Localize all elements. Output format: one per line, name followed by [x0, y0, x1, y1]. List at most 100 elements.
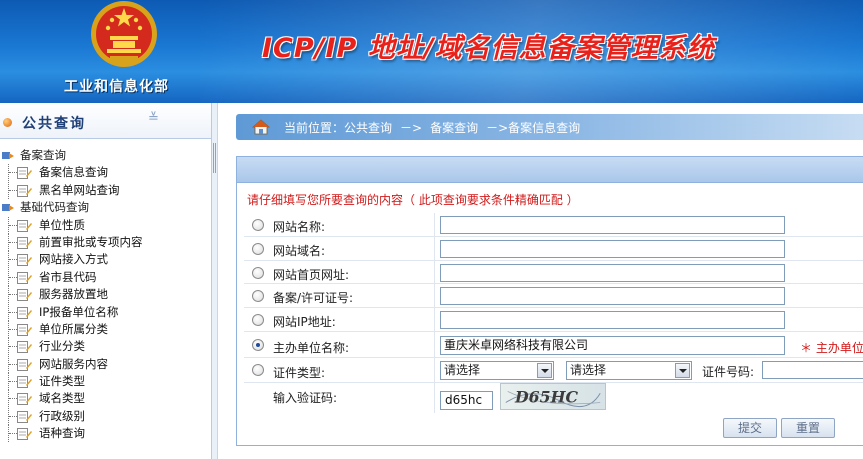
captcha-input[interactable]: d65hc	[440, 390, 493, 410]
sidebar: 公共查询 ≚ 备案查询 备案信息查询 黑名单网站查询 基础代码查询 单位性质 前…	[0, 103, 212, 459]
dropdown-arrow-icon[interactable]	[675, 362, 690, 378]
sidebar-tree: 备案查询 备案信息查询 黑名单网站查询 基础代码查询 单位性质 前置审批或专项内…	[0, 147, 212, 443]
field-label: 证件类型:	[273, 365, 326, 380]
tree-group-base-code-query[interactable]: 基础代码查询	[0, 199, 212, 216]
field-row-cert: 证件类型: 请选择 请选择 证件号码:	[244, 357, 863, 383]
sidebar-header[interactable]: 公共查询 ≚	[0, 103, 211, 139]
domain-input[interactable]	[440, 239, 785, 258]
field-label: 输入验证码:	[273, 390, 338, 405]
grip-icon	[213, 143, 216, 173]
document-pencil-icon	[17, 410, 32, 423]
folder-arrow-icon	[2, 152, 14, 159]
breadcrumb-separator: －>	[400, 121, 423, 135]
sidebar-item[interactable]: 省市县代码	[0, 268, 212, 286]
breadcrumb-prefix: 当前位置：	[284, 121, 345, 135]
cert-no-input[interactable]	[762, 360, 863, 379]
sidebar-item-label: 语种查询	[39, 426, 85, 441]
document-pencil-icon	[17, 306, 32, 319]
document-pencil-icon	[17, 271, 32, 284]
sidebar-title: 公共查询	[22, 116, 86, 132]
field-label: 网站域名:	[273, 243, 326, 258]
field-row-homepage: 网站首页网址:	[244, 260, 863, 285]
field-row-ip: 网站IP地址:	[244, 308, 863, 332]
radio-ip[interactable]	[252, 314, 264, 327]
sidebar-item-label: 网站服务内容	[39, 356, 108, 371]
field-label: 网站IP地址:	[273, 315, 336, 330]
sidebar-item-blacklist-query[interactable]: 黑名单网站查询	[0, 181, 212, 199]
submit-button[interactable]: 提交	[723, 418, 777, 438]
radio-domain[interactable]	[252, 242, 264, 255]
document-pencil-icon	[17, 323, 32, 336]
cert-type-select-2[interactable]: 请选择	[566, 360, 692, 380]
sidebar-item[interactable]: 证件类型	[0, 373, 212, 391]
document-pencil-icon	[17, 341, 32, 354]
field-label: 备案/许可证号:	[273, 291, 354, 306]
sidebar-item[interactable]: 网站接入方式	[0, 251, 212, 269]
bullet-icon	[3, 118, 12, 127]
sidebar-item[interactable]: 单位性质	[0, 216, 212, 234]
homepage-input[interactable]	[440, 263, 785, 282]
site-name-input[interactable]	[440, 216, 785, 234]
sidebar-item-label: 行业分类	[39, 339, 85, 354]
required-note: ＊ 主办单位名称	[800, 340, 863, 355]
document-pencil-icon	[17, 167, 32, 180]
radio-organizer[interactable]	[252, 338, 264, 351]
document-pencil-icon	[17, 393, 32, 406]
radio-license[interactable]	[252, 290, 264, 303]
chevron-down-icon[interactable]: ≚	[148, 111, 159, 126]
national-emblem-icon	[91, 1, 157, 67]
ip-input[interactable]	[440, 311, 785, 330]
field-row-site-name: 网站名称:	[244, 213, 863, 237]
query-notice: 请仔细填写您所要查询的内容（ 此项查询要求条件精确匹配 ）	[247, 193, 579, 207]
sidebar-item[interactable]: 行业分类	[0, 338, 212, 356]
field-row-license: 备案/许可证号:	[244, 284, 863, 309]
sidebar-item[interactable]: IP报备单位名称	[0, 303, 212, 321]
cert-type-select-1[interactable]: 请选择	[440, 360, 554, 380]
sidebar-splitter[interactable]	[212, 103, 218, 459]
sidebar-item-label: 证件类型	[39, 374, 85, 389]
sidebar-item-label: 前置审批或专项内容	[39, 234, 143, 249]
sidebar-item[interactable]: 行政级别	[0, 407, 212, 425]
field-row-captcha: 输入验证码: d65hc D65HC	[244, 382, 863, 413]
sidebar-item-label: 单位性质	[39, 217, 85, 232]
field-row-organizer: 主办单位名称: 重庆米卓网络科技有限公司 ＊ 主办单位名称	[244, 331, 863, 358]
select-value: 请选择	[570, 362, 607, 377]
select-value: 请选择	[444, 362, 481, 377]
document-pencil-icon	[17, 184, 32, 197]
breadcrumb-item[interactable]: 备案查询	[430, 121, 478, 135]
folder-arrow-icon	[2, 204, 14, 212]
cert-no-label: 证件号码:	[702, 364, 755, 379]
captcha-image[interactable]: D65HC	[500, 382, 606, 410]
document-pencil-icon	[17, 376, 32, 389]
radio-homepage[interactable]	[252, 266, 264, 279]
sidebar-item[interactable]: 语种查询	[0, 425, 212, 443]
breadcrumb-item[interactable]: 公共查询	[344, 121, 392, 135]
radio-cert-type[interactable]	[252, 363, 264, 376]
query-panel: 请仔细填写您所要查询的内容（ 此项查询要求条件精确匹配 ） 网站名称: 网站域名…	[236, 156, 863, 446]
dropdown-arrow-icon[interactable]	[537, 362, 552, 378]
sidebar-item[interactable]: 单位所属分类	[0, 320, 212, 338]
license-input[interactable]	[440, 287, 785, 306]
tree-group-record-query[interactable]: 备案查询	[0, 147, 212, 164]
sidebar-item-label: 域名类型	[39, 391, 85, 406]
sidebar-item[interactable]: 域名类型	[0, 390, 212, 408]
sidebar-item-record-info-query[interactable]: 备案信息查询	[0, 164, 212, 182]
sidebar-item[interactable]: 前置审批或专项内容	[0, 233, 212, 251]
sidebar-item[interactable]: 网站服务内容	[0, 355, 212, 373]
document-pencil-icon	[17, 254, 32, 267]
field-label: 网站名称:	[273, 220, 326, 234]
organizer-input[interactable]: 重庆米卓网络科技有限公司	[440, 335, 785, 355]
sidebar-item-label: 黑名单网站查询	[39, 182, 120, 197]
document-pencil-icon	[17, 236, 32, 249]
reset-button[interactable]: 重置	[781, 418, 835, 438]
sidebar-item-label: 省市县代码	[39, 269, 97, 284]
breadcrumb-item[interactable]: －>备案信息查询	[486, 121, 580, 135]
document-pencil-icon	[17, 219, 32, 232]
field-row-domain: 网站域名:	[244, 236, 863, 261]
sidebar-item[interactable]: 服务器放置地	[0, 286, 212, 304]
sidebar-item-label: 服务器放置地	[39, 287, 108, 302]
sidebar-item-label: 备案信息查询	[39, 165, 108, 180]
radio-site-name[interactable]	[252, 219, 264, 231]
document-pencil-icon	[17, 358, 32, 371]
home-icon	[252, 119, 270, 135]
